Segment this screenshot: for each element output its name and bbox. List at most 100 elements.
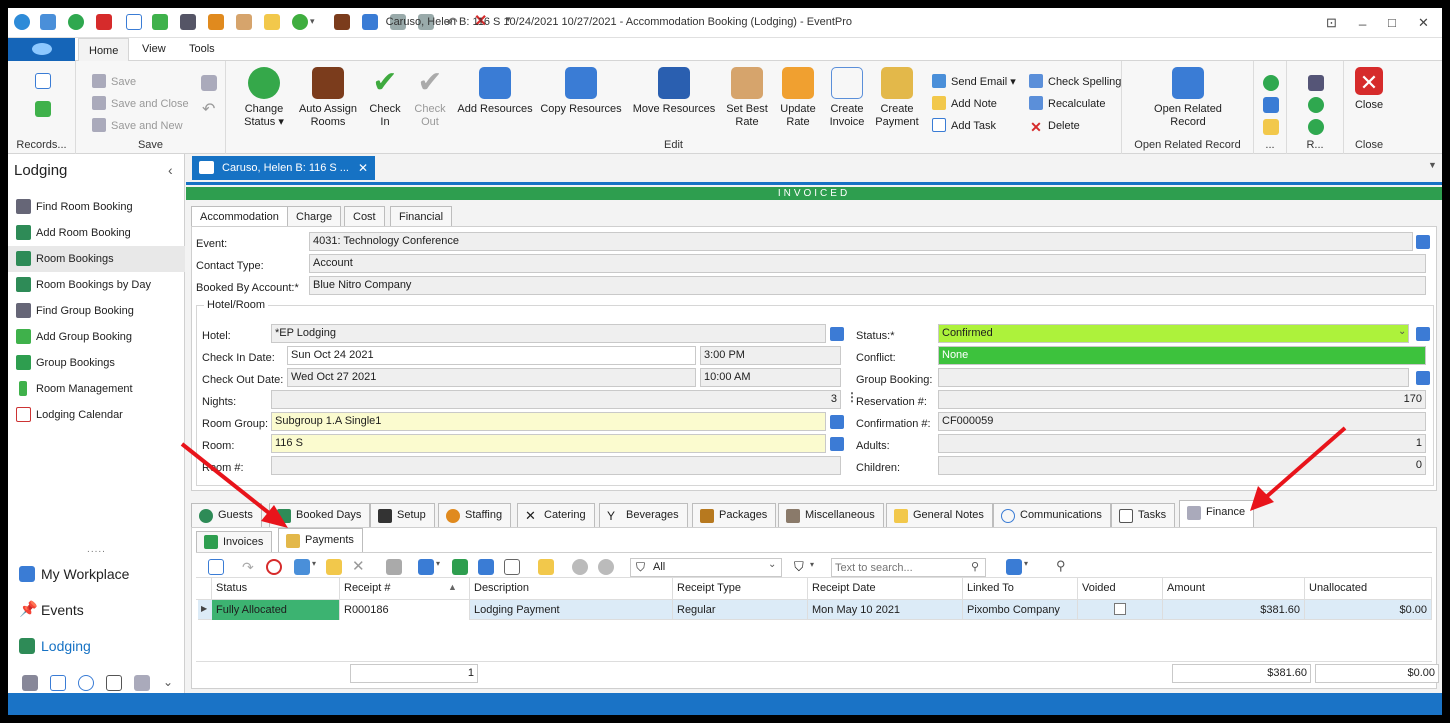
adults-field[interactable]: 1 [938,434,1426,453]
group-booking-lookup-icon[interactable] [1416,371,1430,385]
check-in-time-field[interactable]: 3:00 PM [700,346,841,365]
room-group-field[interactable]: Subgroup 1.A Single1 [271,412,826,431]
sidebar-item-room-bookings[interactable]: Room Bookings [8,246,185,272]
check-spelling-button[interactable]: Check Spelling [1029,73,1121,91]
down-arrow-icon[interactable] [1308,119,1324,135]
create-payment-button[interactable]: Create Payment [873,67,921,129]
search-icon[interactable]: ⚲ [971,560,979,573]
tab-charge[interactable]: Charge [287,206,342,227]
filter-options-icon[interactable]: ⛉ [794,559,804,575]
search-input[interactable] [831,558,986,577]
columns-dropdown-icon[interactable]: ▾ [436,559,444,575]
tab-packages[interactable]: Packages [692,503,777,528]
new-payment-icon[interactable] [208,559,224,575]
maximize-button[interactable]: □ [1388,15,1396,30]
clipboard-icon[interactable] [1263,119,1279,135]
check-in-date-field[interactable]: Sun Oct 24 2021 [287,346,696,365]
update-rate-button[interactable]: Update Rate [775,67,821,129]
hotel-field[interactable]: *EP Lodging [271,324,826,343]
column-status[interactable]: Status [212,578,340,599]
collapse-sidebar-icon[interactable]: ‹ [168,162,173,178]
sidebar-item-lodging-calendar[interactable]: Lodging Calendar [8,402,185,428]
up-arrow-icon[interactable] [1308,97,1324,113]
find-icon[interactable]: ⚲ [1056,558,1066,574]
status-dropdown[interactable]: Confirmed [938,324,1409,343]
room-group-lookup-icon[interactable] [830,415,844,429]
delete-row-icon[interactable]: ✕ [352,559,368,575]
delete-button[interactable]: ✕ Delete [1029,117,1080,135]
check-out-date-field[interactable]: Wed Oct 27 2021 [287,368,696,387]
children-field[interactable]: 0 [938,456,1426,475]
tab-financial[interactable]: Financial [390,206,453,227]
tab-beverages[interactable]: Y Beverages [599,503,688,528]
check-in-button[interactable]: ✔ Check In [363,67,407,129]
open-related-record-button[interactable]: Open Related Record [1140,67,1236,129]
send-email-button[interactable]: Send Email ▾ [932,73,1016,91]
event-lookup-icon[interactable] [1416,235,1430,249]
details-icon[interactable] [504,559,520,575]
confirmation-field[interactable]: CF000059 [938,412,1426,431]
tab-invoices[interactable]: Invoices [196,531,273,553]
status-lookup-icon[interactable] [1416,327,1430,341]
save-layout-icon[interactable] [1006,559,1022,575]
nights-field[interactable]: 3 [271,390,841,409]
column-linked-to[interactable]: Linked To [963,578,1078,599]
status-dropdown-icon[interactable]: ⌄ [1398,326,1406,337]
tab-guests[interactable]: Guests [191,503,262,528]
application-menu-button[interactable] [8,38,75,61]
cell-unallocated[interactable]: $0.00 [1305,600,1432,620]
void-icon[interactable] [266,559,282,575]
nav-lodging[interactable]: Lodging [8,628,185,664]
cell-amount[interactable]: $381.60 [1163,600,1305,620]
tab-tasks[interactable]: Tasks [1111,503,1176,528]
close-tab-icon[interactable]: ✕ [358,156,368,180]
sidebar-item-add-group-booking[interactable]: Add Group Booking [8,324,185,350]
column-unallocated[interactable]: Unallocated [1305,578,1432,599]
new-record-icon[interactable] [35,73,51,89]
tab-tools[interactable]: Tools [189,43,215,55]
set-best-rate-button[interactable]: Set Best Rate [722,67,772,129]
cell-receipt-date[interactable]: Mon May 10 2021 [808,600,963,620]
splitter-grip[interactable]: ..... [8,544,185,555]
binoculars-icon[interactable] [1308,75,1324,91]
undo-icon[interactable]: ↶ [202,99,215,119]
change-status-button[interactable]: Change Status ▾ [236,67,292,129]
hotel-lookup-icon[interactable] [830,327,844,341]
cell-linked-to[interactable]: Pixombo Company [963,600,1078,620]
add-note-button[interactable]: Add Note [932,95,997,113]
column-receipt-type[interactable]: Receipt Type [673,578,808,599]
cell-status[interactable]: Fully Allocated [212,600,340,620]
cell-voided[interactable] [1078,600,1163,620]
auto-assign-rooms-button[interactable]: Auto Assign Rooms [296,67,360,129]
voided-checkbox[interactable] [1114,603,1126,615]
add-resources-button[interactable]: Add Resources [456,67,534,116]
clipboard-icon[interactable] [538,559,554,575]
tab-booked-days[interactable]: Booked Days [269,503,371,528]
tab-general-notes[interactable]: General Notes [886,503,993,528]
document-tab[interactable]: Caruso, Helen B: 116 S ... ✕ [192,156,375,180]
tab-accommodation[interactable]: Accommodation [191,206,288,227]
redo-icon[interactable]: ↷ [242,559,258,575]
tab-view[interactable]: View [142,43,166,55]
print-icon[interactable] [386,559,402,575]
reservation-field[interactable]: 170 [938,390,1426,409]
create-invoice-button[interactable]: Create Invoice [825,67,869,129]
cell-description[interactable]: Lodging Payment [470,600,673,620]
email-icon[interactable] [294,559,310,575]
group-booking-field[interactable] [938,368,1409,387]
tab-miscellaneous[interactable]: Miscellaneous [778,503,884,528]
add-task-button[interactable]: Add Task [932,117,996,135]
filter-options-dropdown-icon[interactable]: ▾ [810,560,814,569]
cell-receipt-type[interactable]: Regular [673,600,808,620]
move-down-icon[interactable] [598,559,614,575]
save-layout-dropdown-icon[interactable]: ▾ [1024,559,1032,575]
tab-cost[interactable]: Cost [344,206,385,227]
move-up-icon[interactable] [572,559,588,575]
close-window-button[interactable]: ✕ [1418,15,1429,31]
nav-events[interactable]: 📌 Events [8,592,185,628]
document-icon[interactable] [50,675,66,691]
column-voided[interactable]: Voided [1078,578,1163,599]
close-button[interactable]: ✕ Close [1352,67,1386,112]
tab-finance[interactable]: Finance [1179,500,1255,528]
room-lookup-icon[interactable] [830,437,844,451]
